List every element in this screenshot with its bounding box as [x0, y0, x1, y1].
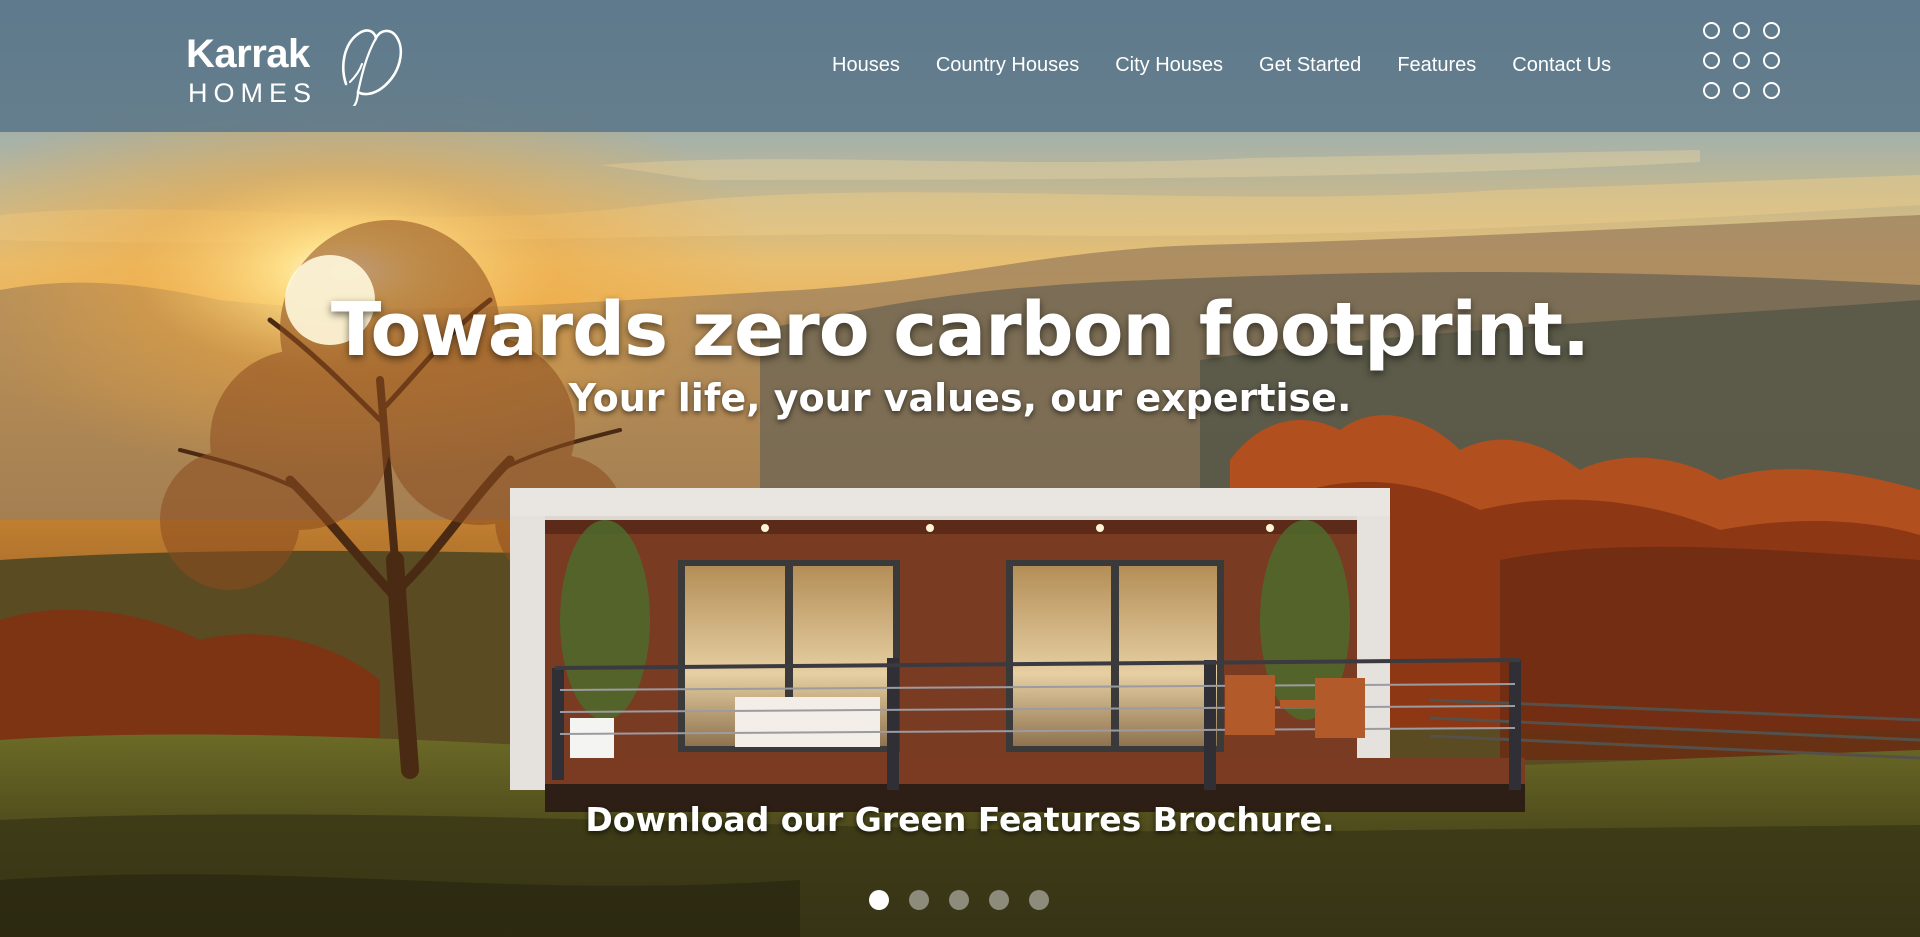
slide-dot-1[interactable] [869, 890, 889, 910]
dot [1703, 82, 1720, 99]
slide-dot-4[interactable] [989, 890, 1009, 910]
nav-item-houses[interactable]: Houses [832, 50, 900, 80]
slide-dot-5[interactable] [1029, 890, 1049, 910]
hero-subheadline: Your life, your values, our expertise. [568, 376, 1352, 420]
dot [1703, 22, 1720, 39]
dot [1763, 22, 1780, 39]
nav-item-features[interactable]: Features [1397, 50, 1476, 80]
slider-pagination [869, 890, 1049, 910]
dot [1763, 52, 1780, 69]
leaf-icon [342, 29, 403, 106]
hero-slider: Karrak HOMES Houses Country Houses City … [0, 0, 1920, 937]
main-navigation: Houses Country Houses City Houses Get St… [832, 50, 1647, 80]
dot [1733, 22, 1750, 39]
slide-dot-3[interactable] [949, 890, 969, 910]
nav-item-country-houses[interactable]: Country Houses [936, 50, 1079, 80]
dot [1733, 82, 1750, 99]
slide-dot-2[interactable] [909, 890, 929, 910]
nav-item-get-started[interactable]: Get Started [1259, 50, 1361, 80]
download-brochure-link[interactable]: Download our Green Features Brochure. [0, 796, 1920, 844]
dot [1703, 52, 1720, 69]
top-navbar: Karrak HOMES Houses Country Houses City … [0, 0, 1920, 132]
nav-item-city-houses[interactable]: City Houses [1115, 50, 1223, 80]
grid-dots-icon[interactable] [1703, 22, 1793, 112]
logo-wordmark: Karrak [186, 32, 310, 76]
nav-item-contact-us[interactable]: Contact Us [1512, 50, 1611, 80]
logo-subtitle: HOMES [188, 78, 318, 108]
dot [1733, 52, 1750, 69]
dot [1763, 82, 1780, 99]
hero-headline: Towards zero carbon footprint. [330, 287, 1590, 373]
karrak-homes-logo[interactable]: Karrak HOMES [186, 26, 406, 110]
